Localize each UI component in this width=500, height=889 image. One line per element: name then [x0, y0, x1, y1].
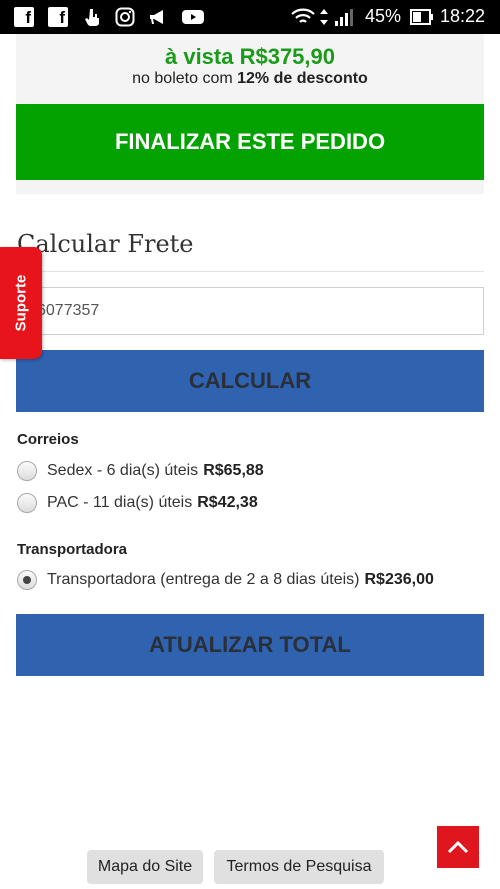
chevron-up-icon: [447, 840, 469, 854]
shipping-title: Calcular Frete: [17, 230, 194, 258]
option-price: R$236,00: [364, 571, 434, 588]
megaphone-icon: [150, 10, 163, 24]
cep-input[interactable]: [16, 287, 484, 335]
shipping-option-transportadora[interactable]: Transportadora (entrega de 2 a 8 dias út…: [17, 570, 434, 590]
status-bar: f f 45% 18:22: [0, 0, 500, 34]
update-total-button[interactable]: ATUALIZAR TOTAL: [16, 614, 484, 676]
calculate-shipping-button[interactable]: CALCULAR: [16, 350, 484, 412]
option-label: Sedex - 6 dia(s) úteis: [47, 462, 199, 479]
option-label: PAC - 11 dia(s) úteis: [47, 494, 193, 511]
boleto-discount-text: no boleto com 12% de desconto: [16, 70, 484, 88]
wifi-icon: [291, 8, 315, 23]
correios-label: Correios: [17, 431, 79, 448]
radio-button[interactable]: [17, 493, 37, 513]
scroll-to-top-button[interactable]: [437, 826, 479, 868]
sitemap-link[interactable]: Mapa do Site: [87, 850, 203, 884]
instagram-icon: [115, 7, 135, 27]
option-price: R$42,38: [197, 494, 258, 511]
clock: 18:22: [440, 6, 486, 26]
option-label: Transportadora (entrega de 2 a 8 dias út…: [47, 571, 360, 588]
hand-pointer-icon: [85, 9, 99, 26]
boleto-prefix: no boleto com: [132, 70, 233, 87]
boleto-discount-value: 12% de desconto: [237, 70, 368, 87]
facebook-icon: f: [14, 7, 34, 27]
data-transfer-icon: [320, 9, 328, 25]
finalize-order-button[interactable]: FINALIZAR ESTE PEDIDO: [16, 104, 484, 180]
radio-button-selected[interactable]: [17, 570, 37, 590]
divider: [16, 271, 484, 272]
support-tab[interactable]: Suporte: [0, 247, 42, 359]
youtube-icon: [182, 10, 204, 24]
cash-price: à vista R$375,90: [164, 44, 336, 69]
support-label: Suporte: [12, 274, 30, 332]
battery-icon: [410, 9, 433, 25]
signal-icon: [335, 9, 353, 26]
battery-percent: 45%: [365, 6, 402, 26]
facebook-icon: f: [48, 7, 68, 27]
search-terms-link[interactable]: Termos de Pesquisa: [214, 850, 384, 884]
transportadora-label: Transportadora: [17, 541, 128, 558]
radio-button[interactable]: [17, 461, 37, 481]
shipping-option-sedex[interactable]: Sedex - 6 dia(s) úteis R$65,88: [17, 461, 264, 481]
option-price: R$65,88: [203, 462, 264, 479]
shipping-option-pac[interactable]: PAC - 11 dia(s) úteis R$42,38: [17, 493, 258, 513]
